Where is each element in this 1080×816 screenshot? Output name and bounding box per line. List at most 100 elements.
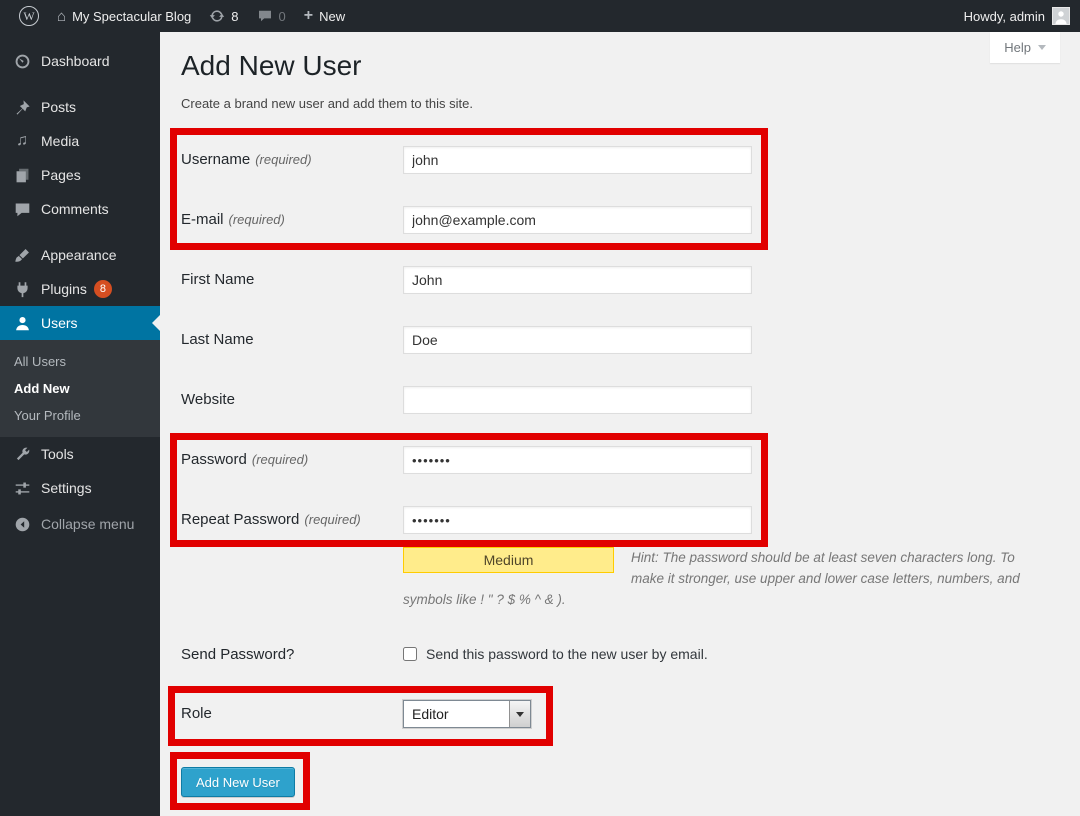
update-icon — [209, 8, 225, 24]
repeat-password-label: Repeat Password(required) — [181, 506, 403, 529]
wordpress-admin-page: W ⌂ My Spectacular Blog 8 0 + New — [0, 0, 1080, 816]
sidebar-item-plugins[interactable]: Plugins 8 — [0, 272, 160, 306]
new-label: New — [319, 9, 345, 24]
collapse-menu-label: Collapse menu — [41, 516, 134, 532]
send-password-label: Send Password? — [181, 644, 403, 664]
website-row: Website — [181, 386, 1060, 414]
sidebar-item-posts[interactable]: Posts — [0, 90, 160, 124]
collapse-menu-button[interactable]: Collapse menu — [0, 507, 160, 541]
sidebar-item-label: Tools — [41, 446, 74, 462]
sidebar-item-pages[interactable]: Pages — [0, 158, 160, 192]
avatar[interactable] — [1052, 7, 1070, 25]
dashboard-icon — [12, 51, 32, 71]
email-row: E-mail(required) — [181, 206, 1060, 234]
site-name: My Spectacular Blog — [72, 9, 191, 24]
updates-link[interactable]: 8 — [200, 0, 247, 32]
username-row: Username(required) — [181, 146, 1060, 174]
required-hint: (required) — [252, 452, 308, 467]
submenu-item-add-new[interactable]: Add New — [0, 375, 160, 402]
repeat-password-row: Repeat Password(required) — [181, 506, 1060, 534]
plug-icon — [12, 279, 32, 299]
required-hint: (required) — [229, 212, 285, 227]
comment-count: 0 — [279, 9, 286, 24]
wordpress-logo-icon: W — [19, 6, 39, 26]
required-hint: (required) — [255, 152, 311, 167]
collapse-arrow-icon — [12, 514, 32, 534]
repeat-password-input[interactable] — [403, 506, 752, 534]
password-strength-meter: Medium — [403, 547, 614, 573]
sidebar-item-label: Pages — [41, 167, 81, 183]
chevron-down-icon — [516, 712, 524, 717]
send-password-checkbox-label: Send this password to the new user by em… — [426, 646, 708, 662]
sidebar-item-label: Plugins — [41, 281, 87, 297]
admin-menu: Dashboard Posts ♫ Media Pages Comments — [0, 32, 160, 816]
sidebar-item-label: Appearance — [41, 247, 117, 263]
sidebar-item-users[interactable]: Users — [0, 306, 160, 340]
password-input[interactable] — [403, 446, 752, 474]
sidebar-item-label: Users — [41, 315, 78, 331]
submenu-item-all-users[interactable]: All Users — [0, 348, 160, 375]
email-label: E-mail(required) — [181, 206, 403, 229]
website-input[interactable] — [403, 386, 752, 414]
music-note-icon: ♫ — [12, 131, 32, 151]
main-content: Help Add New User Create a brand new use… — [160, 32, 1080, 816]
plugins-update-badge: 8 — [94, 280, 112, 298]
paintbrush-icon — [12, 245, 32, 265]
username-label: Username(required) — [181, 146, 403, 169]
chevron-down-icon — [1038, 45, 1046, 50]
last-name-input[interactable] — [403, 326, 752, 354]
sidebar-item-tools[interactable]: Tools — [0, 437, 160, 471]
first-name-row: First Name — [181, 266, 1060, 294]
send-password-checkbox[interactable] — [403, 647, 417, 661]
website-label: Website — [181, 386, 403, 409]
sidebar-item-media[interactable]: ♫ Media — [0, 124, 160, 158]
sidebar-item-comments[interactable]: Comments — [0, 192, 160, 226]
password-label: Password(required) — [181, 446, 403, 469]
help-button[interactable]: Help — [990, 32, 1060, 63]
help-label: Help — [1004, 40, 1031, 55]
password-strength-area: Medium Hint: The password should be at l… — [403, 547, 1035, 610]
first-name-input[interactable] — [403, 266, 752, 294]
pushpin-icon — [12, 97, 32, 117]
speech-bubble-icon — [12, 199, 32, 219]
pages-icon — [12, 165, 32, 185]
role-select[interactable]: Editor — [403, 700, 531, 728]
role-selected-value: Editor — [404, 706, 509, 722]
sidebar-item-label: Settings — [41, 480, 92, 496]
user-icon — [12, 313, 32, 333]
new-content-menu[interactable]: + New — [295, 0, 354, 32]
home-icon: ⌂ — [57, 9, 66, 24]
select-dropdown-button[interactable] — [509, 701, 530, 727]
comment-bubble-icon — [257, 8, 273, 24]
username-input[interactable] — [403, 146, 752, 174]
sidebar-item-label: Dashboard — [41, 53, 110, 69]
last-name-row: Last Name — [181, 326, 1060, 354]
page-intro: Create a brand new user and add them to … — [181, 95, 1060, 113]
wp-logo-menu[interactable]: W — [10, 0, 48, 32]
email-field[interactable] — [403, 206, 752, 234]
admin-bar: W ⌂ My Spectacular Blog 8 0 + New — [0, 0, 1080, 32]
sliders-icon — [12, 478, 32, 498]
send-password-row: Send Password? Send this password to the… — [181, 644, 1060, 666]
howdy-admin[interactable]: Howdy, admin — [964, 9, 1045, 24]
sidebar-item-dashboard[interactable]: Dashboard — [0, 44, 160, 78]
add-new-user-button[interactable]: Add New User — [181, 767, 295, 797]
password-row: Password(required) — [181, 446, 1060, 474]
plus-icon: + — [304, 8, 313, 24]
sidebar-item-appearance[interactable]: Appearance — [0, 238, 160, 272]
wrench-icon — [12, 444, 32, 464]
sidebar-item-label: Comments — [41, 201, 109, 217]
page-title: Add New User — [181, 48, 1060, 83]
comments-link[interactable]: 0 — [248, 0, 295, 32]
menu-separator — [0, 78, 160, 90]
sidebar-item-label: Posts — [41, 99, 76, 115]
site-name-link[interactable]: ⌂ My Spectacular Blog — [48, 0, 200, 32]
role-row: Role Editor — [181, 700, 1060, 728]
required-hint: (required) — [304, 512, 360, 527]
add-user-form: Username(required) E-mail(required) Firs… — [181, 146, 1060, 797]
submenu-item-your-profile[interactable]: Your Profile — [0, 402, 160, 429]
first-name-label: First Name — [181, 266, 403, 289]
sidebar-item-label: Media — [41, 133, 79, 149]
update-count: 8 — [231, 9, 238, 24]
sidebar-item-settings[interactable]: Settings — [0, 471, 160, 505]
